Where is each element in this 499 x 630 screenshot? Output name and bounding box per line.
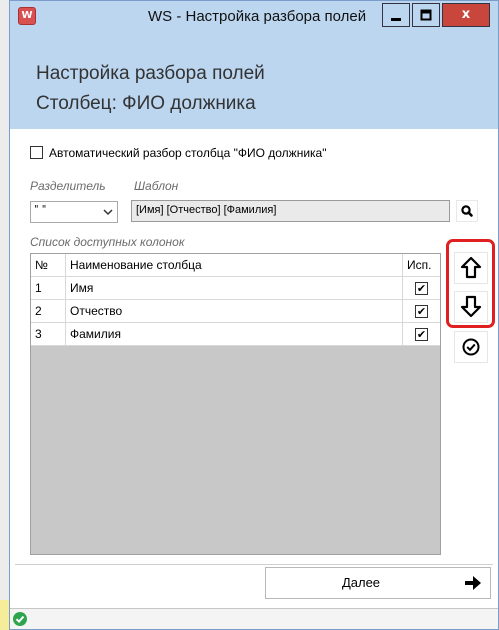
row-num: 1 <box>31 277 66 299</box>
close-icon: x <box>461 7 471 22</box>
search-icon <box>461 205 473 217</box>
auto-parse-label: Автоматический разбор столбца "ФИО должн… <box>49 146 327 160</box>
table-row[interactable]: 2 Отчество ✔ <box>31 300 440 323</box>
title-bar[interactable]: W WS - Настройка разбора полей x <box>10 1 498 51</box>
column-header-num[interactable]: № <box>31 254 66 276</box>
next-button[interactable]: Далее <box>265 567 491 599</box>
row-use-cell: ✔ <box>403 323 440 345</box>
row-name: Имя <box>66 277 403 299</box>
chevron-down-icon <box>103 207 113 217</box>
row-name: Фамилия <box>66 323 403 345</box>
table-header-row: № Наименование столбца Исп. <box>31 254 440 277</box>
maximize-icon <box>420 9 432 21</box>
background-window-strip <box>0 600 9 630</box>
auto-parse-checkbox[interactable] <box>30 146 43 159</box>
minimize-icon <box>391 18 401 21</box>
table-row[interactable]: 1 Имя ✔ <box>31 277 440 300</box>
row-name: Отчество <box>66 300 403 322</box>
dialog-subtitle: Столбец: ФИО должника <box>36 93 256 114</box>
settings-window: W WS - Настройка разбора полей x Настрой… <box>9 0 499 630</box>
highlight-box <box>446 239 495 328</box>
column-header-use[interactable]: Исп. <box>403 254 440 276</box>
template-input[interactable]: [Имя] [Отчество] [Фамилия] <box>131 200 450 222</box>
check-circle-icon <box>462 338 480 356</box>
columns-list-label: Список доступных колонок <box>30 235 185 249</box>
row-num: 2 <box>31 300 66 322</box>
footer-divider <box>15 564 493 565</box>
separator-label: Разделитель <box>30 179 106 193</box>
maximize-button[interactable] <box>412 3 440 27</box>
search-button[interactable] <box>456 200 478 222</box>
row-use-checkbox[interactable]: ✔ <box>415 305 428 318</box>
row-use-cell: ✔ <box>403 277 440 299</box>
columns-table[interactable]: № Наименование столбца Исп. 1 Имя ✔ 2 От… <box>30 253 441 555</box>
next-button-label: Далее <box>341 575 381 590</box>
window-title: WS - Настройка разбора полей <box>148 8 367 25</box>
minimize-button[interactable] <box>382 3 410 27</box>
row-use-checkbox[interactable]: ✔ <box>415 282 428 295</box>
template-label: Шаблон <box>134 179 179 193</box>
arrow-right-icon <box>465 576 481 590</box>
apply-button[interactable] <box>454 331 488 363</box>
column-header-name[interactable]: Наименование столбца <box>66 254 403 276</box>
row-use-cell: ✔ <box>403 300 440 322</box>
app-icon: W <box>18 7 36 25</box>
dialog-header: Настройка разбора полей Столбец: ФИО дол… <box>10 51 498 129</box>
ok-status-icon <box>13 612 27 626</box>
status-bar <box>10 608 498 629</box>
table-row[interactable]: 3 Фамилия ✔ <box>31 323 440 346</box>
row-use-checkbox[interactable]: ✔ <box>415 328 428 341</box>
separator-value: " " <box>34 204 47 215</box>
separator-select[interactable]: " " <box>30 201 118 223</box>
dialog-title: Настройка разбора полей <box>36 63 265 84</box>
close-button[interactable]: x <box>442 3 490 27</box>
row-num: 3 <box>31 323 66 345</box>
